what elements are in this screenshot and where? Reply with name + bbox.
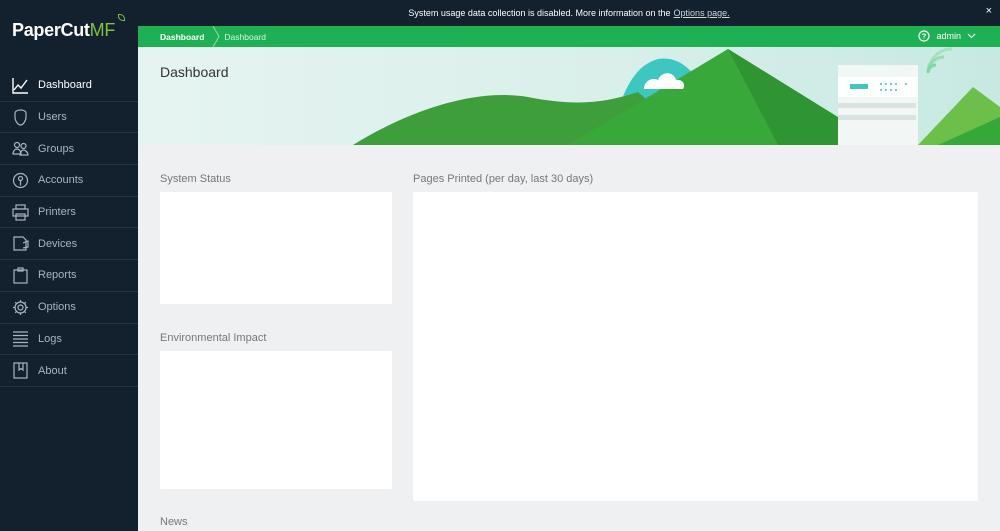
notice-bar: System usage data collection is disabled… — [138, 0, 1000, 26]
logo-suffix: MF — [89, 20, 116, 40]
sidebar-item-label: Dashboard — [38, 79, 92, 92]
environmental-impact-panel — [160, 351, 392, 489]
device-icon — [12, 235, 29, 252]
sidebar-item-reports[interactable]: Reports — [0, 260, 138, 292]
news-heading: News — [160, 516, 188, 528]
book-icon — [12, 362, 29, 379]
sidebar-item-about[interactable]: About — [0, 355, 138, 387]
papercut-logo[interactable]: PaperCutMF — [0, 0, 138, 70]
help-icon[interactable]: ? — [918, 30, 931, 42]
breadcrumb-root[interactable]: Dashboard — [138, 26, 212, 47]
printer-icon — [12, 203, 29, 221]
sidebar-item-label: Reports — [38, 269, 77, 282]
clipboard-icon — [12, 267, 29, 284]
options-page-link[interactable]: Options page. — [674, 8, 730, 18]
sidebar-item-logs[interactable]: Logs — [0, 324, 138, 356]
sidebar-item-dashboard[interactable]: Dashboard — [0, 70, 138, 102]
sidebar-item-label: Devices — [38, 237, 78, 250]
sidebar-item-label: Printers — [38, 206, 76, 219]
sidebar-nav: Dashboard Users Groups Accounts Printers… — [0, 70, 138, 387]
system-status-panel — [160, 192, 392, 304]
accounts-icon — [12, 172, 29, 189]
breadcrumb-current: Dashboard — [224, 31, 266, 42]
chevron-down-icon — [967, 33, 976, 39]
sidebar-item-printers[interactable]: Printers — [0, 197, 138, 229]
pages-printed-heading: Pages Printed (per day, last 30 days) — [413, 173, 594, 185]
close-icon[interactable]: × — [986, 5, 992, 17]
dashboard-banner: Dashboard — [138, 47, 1000, 145]
svg-text:?: ? — [922, 32, 927, 41]
sidebar-item-label: Options — [38, 301, 76, 314]
dashboard-chart-icon — [12, 77, 29, 94]
landscape-illustration — [353, 47, 1000, 145]
page-title: Dashboard — [160, 64, 229, 80]
system-status-heading: System Status — [160, 173, 231, 185]
sidebar-item-groups[interactable]: Groups — [0, 133, 138, 166]
notice-text: System usage data collection is disabled… — [408, 8, 671, 18]
breadcrumb-separator-icon — [212, 26, 220, 47]
breadcrumb: Dashboard Dashboard ? admin — [138, 26, 1000, 47]
lines-icon — [12, 330, 29, 347]
pages-printed-panel — [413, 192, 978, 501]
gear-icon — [12, 299, 29, 316]
sidebar-item-label: Accounts — [38, 174, 84, 187]
sidebar-item-accounts[interactable]: Accounts — [0, 165, 138, 197]
logo-text: PaperCut — [12, 20, 90, 40]
environmental-impact-heading: Environmental Impact — [160, 332, 267, 344]
sidebar-item-label: Logs — [38, 332, 62, 345]
username: admin — [936, 31, 961, 41]
sidebar-item-label: Groups — [38, 142, 75, 155]
sidebar: PaperCutMF Dashboard Users Groups Accoun… — [0, 0, 138, 531]
group-icon — [12, 140, 29, 157]
user-icon — [12, 108, 29, 126]
sidebar-item-devices[interactable]: Devices — [0, 228, 138, 261]
user-menu[interactable]: ? admin — [918, 30, 976, 42]
sidebar-item-label: About — [38, 364, 67, 377]
sidebar-item-options[interactable]: Options — [0, 292, 138, 324]
leaf-icon — [118, 14, 125, 21]
sidebar-item-label: Users — [38, 111, 67, 124]
sidebar-item-users[interactable]: Users — [0, 102, 138, 134]
